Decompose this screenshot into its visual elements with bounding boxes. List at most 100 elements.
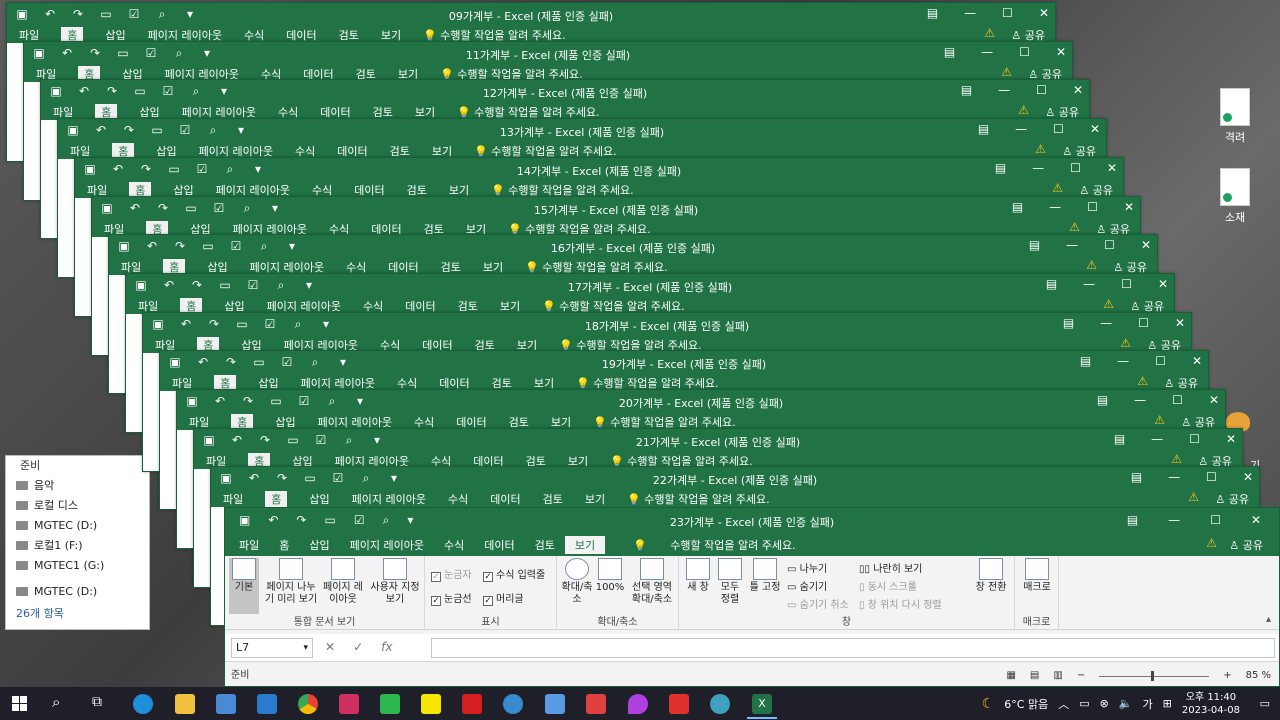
tab-view[interactable]: 보기 [564,536,606,554]
chevron-up-icon[interactable]: ︿ [1058,696,1069,712]
close-icon[interactable]: ✕ [1226,432,1236,446]
maximize-icon[interactable]: ☐ [1104,238,1115,252]
warning-icon[interactable]: ⚠ [1001,65,1012,79]
collapse-ribbon-icon[interactable]: ▴ [1266,614,1271,625]
tab-insert[interactable]: 삽입 [299,536,339,554]
hide-button[interactable]: ▭ 숨기기 [787,578,827,593]
normal-view-button[interactable]: 기본 [229,558,259,614]
close-icon[interactable]: ✕ [1090,122,1100,136]
ribbon-display-icon[interactable]: ▤ [1131,470,1142,484]
switch-windows-button[interactable]: 창 전환 [971,558,1011,594]
start-button[interactable] [12,696,27,711]
zoom-button[interactable]: 확대/축소 [561,558,593,606]
edge-icon[interactable] [133,694,153,714]
close-icon[interactable]: ✕ [1192,354,1202,368]
tab-home[interactable]: 홈 [269,536,299,554]
minimize-icon[interactable]: — [1168,470,1180,484]
zoom-100-button[interactable]: 100% [595,558,625,594]
weather-text[interactable]: 6°C 맑음 [1004,696,1048,712]
maximize-icon[interactable]: ☐ [1206,470,1217,484]
insert-function-icon[interactable]: fx [381,640,392,654]
chrome-icon[interactable] [298,694,318,714]
zoom-in-icon[interactable]: + [1223,666,1231,686]
tab-review[interactable]: 검토 [543,491,563,507]
close-icon[interactable]: ✕ [1056,45,1066,59]
volume-icon[interactable]: 🔈 [1119,697,1133,710]
explorer-item-local-disk[interactable]: 로컬 디스 [6,496,149,516]
split-button[interactable]: ▭ 나누기 [787,560,827,575]
chevron-down-icon[interactable]: ▾ [303,639,308,657]
tab-page-layout[interactable]: 페이지 레이아웃 [340,536,434,554]
excel-taskbar-icon[interactable]: X [752,694,772,714]
minimize-icon[interactable]: — [1151,432,1163,446]
maximize-icon[interactable]: ☐ [1070,161,1081,175]
normal-view-icon[interactable]: ▦ [1006,666,1015,686]
warning-icon[interactable]: ⚠ [1120,336,1131,350]
app-circle-icon[interactable] [503,694,523,714]
view-side-by-side-button[interactable]: ▯▯ 나란히 보기 [859,560,922,575]
tab-data[interactable]: 데이터 [474,536,524,554]
zoom-slider[interactable] [1099,670,1210,681]
ribbon-display-icon[interactable]: ▤ [978,122,989,136]
tab-home[interactable]: 홈 [265,491,288,508]
ribbon-display-icon[interactable]: ▤ [1046,277,1057,291]
ribbon-display-icon[interactable]: ▤ [1063,316,1074,330]
tab-review[interactable]: 검토 [525,536,565,554]
warning-icon[interactable]: ⚠ [1188,490,1199,504]
tell-me-search[interactable]: 💡 수행할 작업을 알려 주세요. [627,491,770,507]
maximize-icon[interactable]: ☐ [1189,432,1200,446]
minimize-icon[interactable]: — [1015,122,1027,136]
warning-icon[interactable]: ⚠ [1086,258,1097,272]
warning-icon[interactable]: ⚠ [1154,413,1165,427]
warning-icon[interactable]: ⚠ [1171,452,1182,466]
close-icon[interactable]: ✕ [1124,200,1134,214]
explorer-item-mgtec-d-2[interactable]: MGTEC (D:) [6,582,149,602]
clock[interactable]: 오후 11:40 2023-04-08 [1182,691,1240,717]
warning-icon[interactable]: ⚠ [1018,103,1029,117]
ime-icon[interactable]: ⊞ [1163,697,1172,710]
minimize-icon[interactable]: — [1134,393,1146,407]
maximize-icon[interactable]: ☐ [1155,354,1166,368]
maximize-icon[interactable]: ☐ [1121,277,1132,291]
ribbon-display-icon[interactable]: ▤ [1097,393,1108,407]
minimize-icon[interactable]: — [964,6,976,20]
minimize-icon[interactable]: — [1049,200,1061,214]
ribbon-display-icon[interactable]: ▤ [995,161,1006,175]
arrange-all-button[interactable]: 모두 정렬 [717,558,743,606]
ribbon-display-icon[interactable]: ▤ [927,6,938,20]
synchronous-scroll-button[interactable]: ▯ 동시 스크롤 [859,578,917,593]
warning-icon[interactable]: ⚠ [1069,220,1080,234]
excel-window-front[interactable]: ▣ ↶ ↷ ▭ ☑ ⌕ ▾ 23가계부 - Excel (제품 인증 실패) ▤… [224,507,1280,687]
maximize-icon[interactable]: ☐ [1172,393,1183,407]
zoom-level[interactable]: 85 % [1246,666,1271,686]
tab-data[interactable]: 데이터 [490,491,520,507]
notepad-icon[interactable] [545,694,565,714]
ribbon-display-icon[interactable]: ▤ [1114,432,1125,446]
close-icon[interactable]: ✕ [1251,513,1261,527]
zoom-slider-thumb[interactable] [1151,670,1155,681]
tab-page-layout[interactable]: 페이지 레이아웃 [352,491,426,507]
unhide-button[interactable]: ▭ 숨기기 취소 [787,596,849,611]
ribbon-display-icon[interactable]: ▤ [1012,200,1023,214]
task-view-icon[interactable]: ⧉ [92,694,102,710]
explorer-item-mgtec1-g[interactable]: MGTEC1 (G:) [6,556,149,576]
explorer-item-music[interactable]: 음악 [6,476,149,496]
desktop-icon-encourage[interactable]: 격려 [1208,88,1262,145]
warning-icon[interactable]: ⚠ [1052,181,1063,195]
ime-mode-icon[interactable]: 가 [1143,696,1153,712]
close-icon[interactable]: ✕ [1107,161,1117,175]
vscode-app-icon[interactable] [380,694,400,714]
notification-icon[interactable]: ▭ [1260,697,1270,710]
share-button[interactable]: ♙ 공유 [1229,537,1263,553]
share-button[interactable]: ♙ 공유 [1215,491,1249,507]
pdf-icon[interactable] [462,694,482,714]
tab-formulas[interactable]: 수식 [448,491,468,507]
warning-icon[interactable]: ⚠ [1035,142,1046,156]
reset-window-position-button[interactable]: ▯ 창 위치 다시 정렬 [859,596,942,611]
tab-file[interactable]: 파일 [223,491,243,507]
gridlines-checkbox[interactable]: ✓ 눈금선 [431,590,472,606]
kakaotalk-icon[interactable] [421,694,441,714]
ribbon-display-icon[interactable]: ▤ [1080,354,1091,368]
headings-checkbox[interactable]: ✓ 머리글 [483,590,524,606]
mail-icon[interactable] [257,694,277,714]
